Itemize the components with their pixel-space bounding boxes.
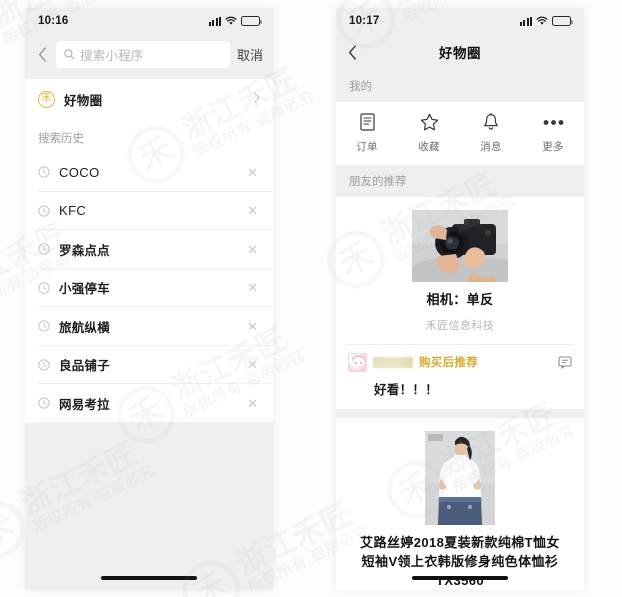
quick-action-label: 更多 bbox=[542, 141, 564, 153]
close-icon[interactable]: ✕ bbox=[247, 397, 260, 410]
mini-program-name: 好物圈 bbox=[64, 93, 103, 108]
list-item-label: 网易考拉 bbox=[59, 397, 110, 412]
signal-bars-icon bbox=[519, 16, 532, 26]
order-list-icon bbox=[359, 112, 375, 132]
card-separator bbox=[336, 408, 584, 418]
list-item-label: 小强停车 bbox=[59, 282, 110, 297]
list-item[interactable]: 网易考拉 ✕ bbox=[25, 384, 273, 423]
search-placeholder: 搜索小程序 bbox=[80, 49, 144, 63]
comment-header: 购买后推荐 bbox=[348, 352, 572, 372]
clock-icon bbox=[38, 282, 50, 294]
status-time: 10:16 bbox=[38, 15, 69, 27]
cartoon-rabbit-avatar[interactable] bbox=[348, 352, 367, 372]
search-history-label: 搜索历史 bbox=[25, 119, 273, 153]
status-bar-right: 10:17 bbox=[336, 8, 584, 34]
bell-icon bbox=[483, 112, 499, 132]
search-icon bbox=[64, 49, 75, 60]
comment-bubble-icon[interactable] bbox=[558, 356, 572, 369]
more-dots-icon bbox=[543, 112, 564, 132]
clock-icon bbox=[38, 397, 50, 409]
purchase-tag: 购买后推荐 bbox=[419, 357, 478, 370]
screenshot-stage: 10:16 搜索小程序 取消 禾 好物圈 搜索历史 COCO ✕ KFC ✕ 罗… bbox=[0, 0, 622, 597]
list-item[interactable]: 良品铺子 ✕ bbox=[25, 346, 273, 385]
clock-icon bbox=[38, 359, 50, 371]
friends-section-label: 朋友的推荐 bbox=[336, 165, 584, 197]
product-image-wrap bbox=[336, 197, 584, 291]
chevron-left-icon[interactable] bbox=[348, 44, 357, 60]
masked-username bbox=[373, 356, 413, 368]
list-item[interactable]: KFC ✕ bbox=[25, 192, 273, 231]
product-image-wrap bbox=[336, 418, 584, 534]
wifi-icon bbox=[536, 16, 548, 26]
wifi-icon bbox=[225, 16, 237, 26]
home-indicator bbox=[101, 576, 197, 580]
list-item-label: 良品铺子 bbox=[59, 359, 110, 374]
comment-block: 购买后推荐 好看！！！ bbox=[336, 345, 584, 409]
chevron-left-icon[interactable] bbox=[33, 44, 51, 66]
close-icon[interactable]: ✕ bbox=[247, 320, 260, 333]
chevron-right-icon bbox=[254, 92, 260, 106]
search-history-list: COCO ✕ KFC ✕ 罗森点点 ✕ 小强停车 ✕ 旅航纵横 ✕ 良品铺子 ✕… bbox=[25, 153, 273, 423]
signal-bars-icon bbox=[208, 16, 221, 26]
quick-action-label: 订单 bbox=[356, 141, 378, 153]
list-item[interactable]: COCO ✕ bbox=[25, 153, 273, 192]
list-item[interactable]: 小强停车 ✕ bbox=[25, 269, 273, 308]
close-icon[interactable]: ✕ bbox=[247, 204, 260, 217]
star-icon bbox=[420, 112, 439, 132]
product-title: 相机：单反 bbox=[426, 292, 494, 307]
search-input[interactable]: 搜索小程序 bbox=[56, 41, 230, 68]
quick-action-favorites[interactable]: 收藏 bbox=[398, 112, 460, 154]
white-tshirt-model-photo[interactable] bbox=[425, 430, 495, 525]
camera-held-in-hand-photo[interactable] bbox=[412, 210, 508, 282]
mini-program-result-row[interactable]: 禾 好物圈 bbox=[25, 79, 273, 119]
clock-icon bbox=[38, 320, 50, 332]
list-item[interactable]: 罗森点点 ✕ bbox=[25, 230, 273, 269]
product-title: 艾路丝婷2018夏装新款纯棉T恤女短袖V领上衣韩版修身纯色体恤衫TX3560 bbox=[360, 534, 560, 588]
comment-text: 好看！！！ bbox=[374, 382, 439, 397]
list-item-label: 旅航纵横 bbox=[59, 320, 110, 335]
search-header: 搜索小程序 取消 bbox=[25, 34, 273, 79]
watermark-logo: 禾 bbox=[0, 2, 5, 81]
status-bar-left: 10:16 bbox=[25, 8, 273, 34]
home-indicator bbox=[412, 576, 508, 580]
close-icon[interactable]: ✕ bbox=[247, 358, 260, 371]
circle-brand-icon: 禾 bbox=[38, 90, 55, 108]
recommendation-card[interactable]: 相机：单反 禾匠信息科技 购买后推荐 好看！！！ bbox=[336, 197, 584, 409]
close-icon[interactable]: ✕ bbox=[247, 243, 260, 256]
battery-icon bbox=[241, 16, 263, 26]
close-icon[interactable]: ✕ bbox=[247, 166, 260, 179]
close-icon[interactable]: ✕ bbox=[247, 281, 260, 294]
recommendation-card[interactable]: 艾路丝婷2018夏装新款纯棉T恤女短袖V领上衣韩版修身纯色体恤衫TX3560 禾… bbox=[336, 417, 584, 590]
list-item[interactable]: 旅航纵横 ✕ bbox=[25, 307, 273, 346]
quick-action-label: 收藏 bbox=[418, 141, 440, 153]
quick-action-label: 消息 bbox=[480, 141, 502, 153]
quick-action-messages[interactable]: 消息 bbox=[460, 112, 522, 154]
clock-icon bbox=[38, 166, 50, 178]
status-time: 10:17 bbox=[349, 15, 380, 27]
phone-right-haowuquan-screen: 10:17 好物圈 我的 订单 收藏 消息 更多 朋友的推荐 相机：单反 禾匠信… bbox=[336, 8, 584, 590]
battery-icon bbox=[552, 16, 574, 26]
list-item-label: 罗森点点 bbox=[59, 243, 110, 258]
nav-bar: 好物圈 bbox=[336, 34, 584, 70]
quick-actions-row: 订单 收藏 消息 更多 bbox=[336, 102, 584, 165]
clock-icon bbox=[38, 243, 50, 255]
product-brand: 禾匠信息科技 bbox=[425, 319, 495, 332]
quick-action-more[interactable]: 更多 bbox=[522, 112, 584, 154]
list-item-label: COCO bbox=[59, 164, 100, 180]
list-item-label: KFC bbox=[59, 203, 87, 219]
status-indicators bbox=[519, 16, 574, 26]
empty-area bbox=[25, 422, 273, 590]
page-title: 好物圈 bbox=[439, 46, 481, 61]
cancel-button[interactable]: 取消 bbox=[235, 45, 263, 64]
status-indicators bbox=[208, 16, 263, 26]
my-section-label: 我的 bbox=[336, 70, 584, 102]
quick-action-orders[interactable]: 订单 bbox=[336, 112, 398, 154]
phone-left-search-screen: 10:16 搜索小程序 取消 禾 好物圈 搜索历史 COCO ✕ KFC ✕ 罗… bbox=[25, 8, 273, 590]
clock-icon bbox=[38, 205, 50, 217]
